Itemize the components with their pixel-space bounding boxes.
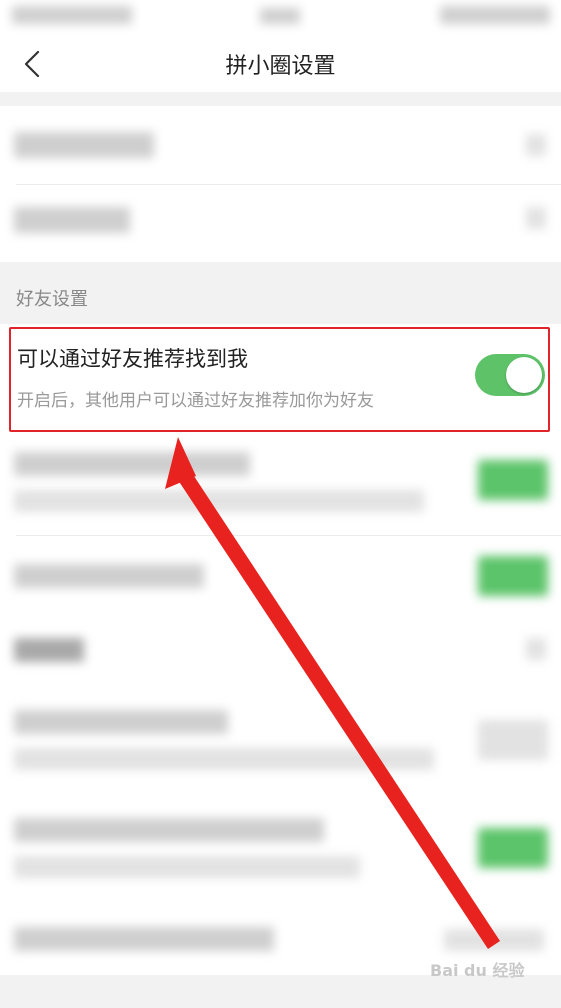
settings-row-blurred[interactable] [0,690,561,790]
blurred-toggle [478,828,548,868]
blurred-toggle [478,460,548,500]
blurred-label [14,207,130,233]
blurred-description [14,856,360,878]
page-title: 拼小圈设置 [225,54,336,79]
blurred-label [14,818,324,842]
blurred-control [526,134,546,156]
blurred-description [14,490,424,512]
status-left-blurred [12,6,132,24]
blurred-label [14,927,274,951]
settings-row-blurred[interactable] [0,536,561,616]
section-label: 好友设置 [16,289,88,310]
settings-row-blurred[interactable] [0,106,561,184]
status-bar [0,0,561,36]
settings-row-blurred[interactable] [0,800,561,900]
nav-bar: 拼小圈设置 [0,36,561,92]
annotation-highlight-box [9,327,550,432]
blurred-control [526,638,546,660]
blurred-control [444,929,544,951]
blurred-label [14,710,228,734]
blurred-description [14,748,434,770]
settings-row-blurred[interactable] [0,618,561,686]
blurred-label [14,564,204,588]
blurred-label [14,132,154,158]
blurred-control [526,207,546,229]
baidu-watermark: Bai du 经验 [430,961,525,980]
section-gap [0,92,561,106]
blurred-toggle [478,720,548,760]
blurred-label [14,452,250,476]
blurred-label [14,638,84,662]
settings-row-blurred[interactable] [0,185,561,262]
status-center-blurred [260,8,300,24]
blurred-toggle [478,556,548,596]
settings-row-blurred[interactable] [0,440,561,535]
section-header-friend-settings: 好友设置 [0,262,561,324]
status-right-blurred [440,6,550,24]
